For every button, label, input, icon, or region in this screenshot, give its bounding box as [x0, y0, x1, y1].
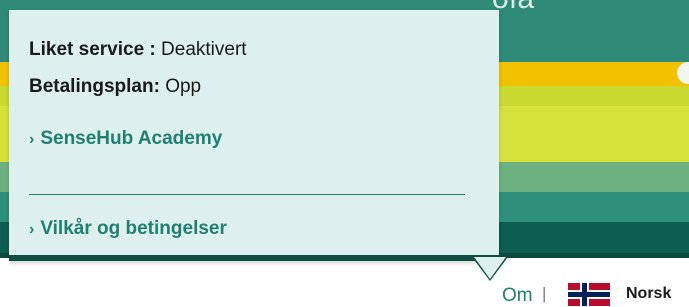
chevron-right-icon: ›	[29, 131, 35, 148]
about-link[interactable]: Om	[502, 285, 533, 307]
divider	[29, 194, 465, 195]
liked-service-value: Deaktivert	[161, 39, 247, 60]
language-selector[interactable]: Norsk	[626, 285, 671, 303]
sensehub-academy-label: SenseHub Academy	[40, 128, 223, 149]
sensehub-academy-link[interactable]: › SenseHub Academy	[29, 128, 222, 150]
payment-plan-row: Betalingsplan: Opp	[29, 76, 201, 98]
chevron-right-icon: ›	[29, 221, 35, 238]
norway-flag-icon[interactable]	[568, 283, 610, 306]
payment-plan-label: Betalingsplan:	[29, 76, 160, 97]
popover-arrow	[474, 257, 506, 279]
terms-link[interactable]: › Vilkår og betingelser	[29, 218, 227, 240]
liked-service-sep: :	[149, 39, 156, 60]
liked-service-label: Liket service	[29, 39, 145, 60]
info-popover: Liket service : Deaktivert Betalingsplan…	[9, 10, 499, 261]
terms-label: Vilkår og betingelser	[40, 218, 227, 239]
footer-separator: |	[542, 284, 547, 303]
liked-service-row: Liket service : Deaktivert	[29, 39, 247, 61]
payment-plan-value: Opp	[165, 76, 202, 97]
